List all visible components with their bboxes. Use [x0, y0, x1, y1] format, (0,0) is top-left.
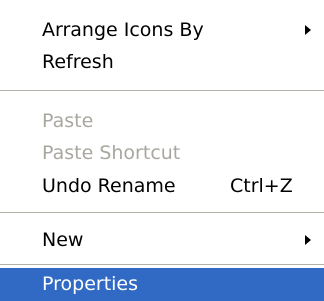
menu-item-label: Refresh — [42, 51, 114, 73]
menu-item-arrange-icons-by[interactable]: Arrange Icons By — [0, 13, 324, 47]
menu-item-new[interactable]: New — [0, 223, 324, 257]
context-menu: Arrange Icons By Refresh Paste Paste Sho… — [0, 0, 324, 301]
menu-item-label: Paste — [42, 110, 94, 132]
menu-item-shortcut: Ctrl+Z — [230, 175, 293, 197]
menu-item-properties[interactable]: Properties — [0, 268, 324, 301]
menu-item-paste-shortcut: Paste Shortcut — [0, 136, 324, 170]
menu-item-refresh[interactable]: Refresh — [0, 45, 324, 79]
menu-item-paste: Paste — [0, 104, 324, 138]
menu-separator — [0, 212, 324, 214]
menu-item-label: Undo Rename — [42, 175, 176, 197]
menu-separator — [0, 264, 324, 266]
submenu-arrow-icon — [305, 235, 311, 245]
menu-item-label: New — [42, 229, 84, 251]
menu-item-undo-rename[interactable]: Undo Rename Ctrl+Z — [0, 169, 324, 203]
menu-item-label: Paste Shortcut — [42, 142, 181, 164]
menu-item-label: Properties — [42, 273, 139, 295]
menu-separator — [0, 90, 324, 92]
submenu-arrow-icon — [305, 25, 311, 35]
menu-item-label: Arrange Icons By — [42, 19, 204, 41]
